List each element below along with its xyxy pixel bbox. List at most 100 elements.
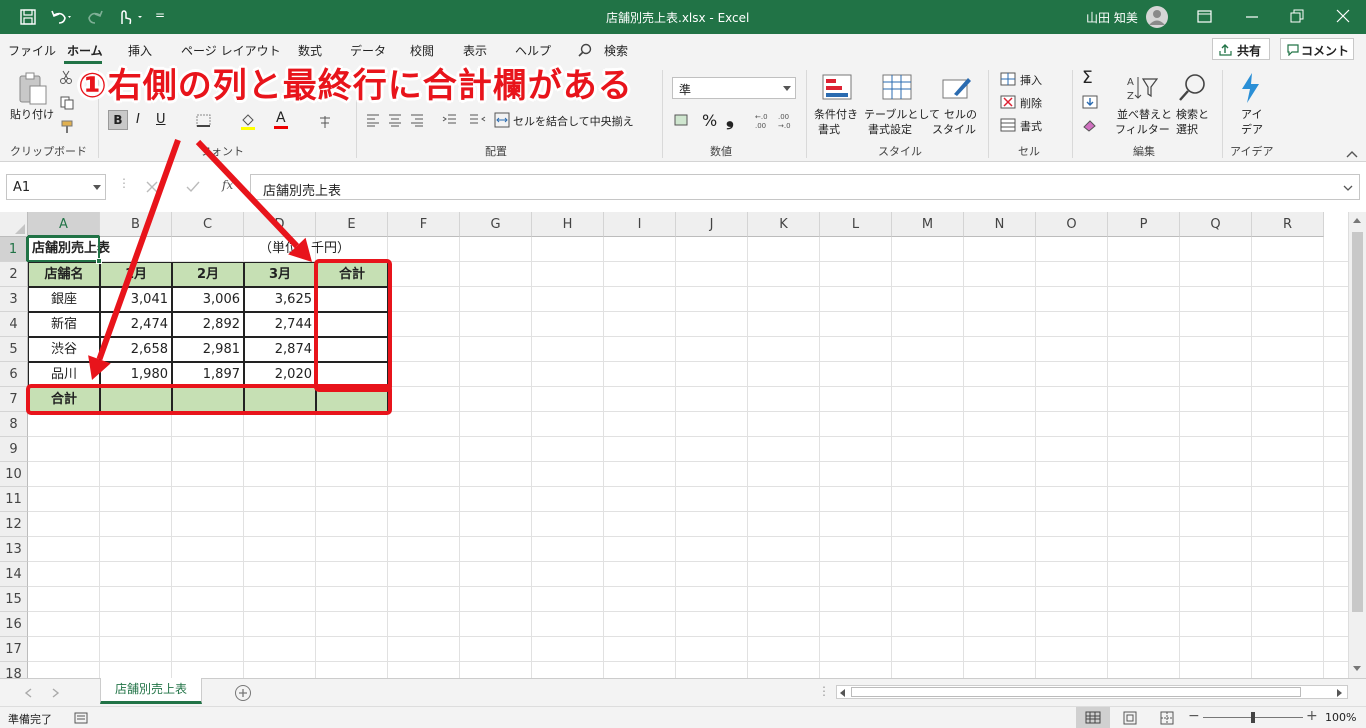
restore-icon[interactable] <box>1290 9 1304 23</box>
find-select-label-1[interactable]: 検索と <box>1176 106 1209 122</box>
delete-cells-icon[interactable] <box>1000 95 1016 109</box>
percent-style-button[interactable]: % <box>702 111 717 130</box>
avatar[interactable] <box>1144 5 1170 29</box>
close-icon[interactable] <box>1336 9 1350 23</box>
ideas-label-1[interactable]: アイ <box>1241 106 1262 122</box>
h-scrollbar-thumb[interactable] <box>851 687 1301 697</box>
ideas-icon[interactable] <box>1238 72 1262 104</box>
tell-me-search[interactable]: 検索 <box>604 42 628 59</box>
format-as-table-icon[interactable] <box>882 74 912 102</box>
format-cells-icon[interactable] <box>1000 118 1016 132</box>
enter-icon[interactable] <box>186 181 200 193</box>
phonetic-icon[interactable] <box>318 114 332 130</box>
user-name[interactable]: 山田 知美 <box>1086 9 1138 26</box>
comments-button[interactable]: コメント <box>1280 38 1354 60</box>
sheet-tab-active[interactable]: 店舗別売上表 <box>100 678 202 704</box>
undo-icon[interactable] <box>50 9 72 25</box>
tab-data[interactable]: データ <box>350 42 386 59</box>
name-box[interactable]: A1 <box>6 174 106 200</box>
normal-view-icon[interactable] <box>1085 711 1101 724</box>
insert-cells-icon[interactable] <box>1000 72 1016 86</box>
sort-filter-label-2[interactable]: フィルター <box>1115 121 1170 137</box>
cancel-icon[interactable] <box>146 181 158 193</box>
conditional-format-label-1[interactable]: 条件付き <box>814 106 858 122</box>
italic-button[interactable]: I <box>136 112 140 127</box>
merge-center-button[interactable]: セルを結合して中央揃え <box>513 113 634 129</box>
bold-button[interactable]: B <box>108 110 128 130</box>
borders-icon[interactable] <box>196 114 212 128</box>
number-format-select[interactable]: 準 <box>672 77 796 99</box>
collapse-ribbon-icon[interactable] <box>1346 150 1358 158</box>
scroll-left-icon[interactable] <box>840 689 846 697</box>
scroll-up-icon[interactable] <box>1353 218 1361 224</box>
align-left-center-right-icons[interactable] <box>366 113 426 127</box>
cut-icon[interactable] <box>60 70 72 84</box>
svg-text:Z: Z <box>1127 91 1134 102</box>
scrollbar-thumb[interactable] <box>1352 232 1363 612</box>
format-cells-button[interactable]: 書式 <box>1020 118 1042 134</box>
scroll-right-icon[interactable] <box>1337 689 1343 697</box>
zoom-out-button[interactable]: − <box>1188 708 1200 724</box>
add-sheet-icon[interactable] <box>234 684 252 702</box>
underline-button[interactable]: U <box>156 112 166 127</box>
search-icon[interactable] <box>578 43 592 57</box>
tab-formulas[interactable]: 数式 <box>298 42 322 59</box>
ribbon-display-icon[interactable] <box>1197 10 1213 24</box>
cell-styles-icon[interactable] <box>942 74 972 102</box>
prev-sheet-icon[interactable] <box>24 688 32 698</box>
comma-style-button[interactable]: ❟ <box>726 106 734 130</box>
indent-icons[interactable] <box>442 113 486 127</box>
decimal-icons[interactable]: ←.0.00.00→.0 <box>754 110 800 130</box>
accounting-format-icon[interactable] <box>674 113 692 127</box>
paste-icon[interactable] <box>16 72 48 106</box>
find-select-icon[interactable] <box>1178 72 1208 102</box>
sort-filter-label-1[interactable]: 並べ替えと <box>1117 106 1172 122</box>
tab-insert[interactable]: 挿入 <box>128 42 152 59</box>
tab-review[interactable]: 校閲 <box>410 42 434 59</box>
merge-center-icon[interactable] <box>494 112 510 128</box>
format-as-table-label-2[interactable]: 書式設定 <box>868 121 912 137</box>
scroll-down-icon[interactable] <box>1353 666 1361 672</box>
formula-input[interactable]: 店舗別売上表 <box>250 174 1360 200</box>
autosum-button[interactable]: Σ <box>1082 68 1093 88</box>
copy-icon[interactable] <box>60 96 76 110</box>
format-painter-icon[interactable] <box>60 120 74 134</box>
worksheet-grid[interactable]: ABCDEFGHIJKLMNOPQR 123456789101112131415… <box>0 138 1348 687</box>
zoom-in-button[interactable]: + <box>1306 708 1318 724</box>
zoom-level[interactable]: 100% <box>1325 711 1356 724</box>
share-button[interactable]: 共有 <box>1212 38 1270 60</box>
tab-split-handle[interactable]: ⋮ <box>818 684 830 698</box>
redo-icon[interactable] <box>86 9 108 25</box>
sort-filter-icon[interactable]: AZ <box>1126 74 1158 102</box>
page-layout-view-icon[interactable] <box>1123 711 1137 725</box>
horizontal-scrollbar[interactable] <box>836 685 1348 699</box>
insert-cells-button[interactable]: 挿入 <box>1020 72 1042 88</box>
tab-home[interactable]: ホーム <box>67 42 103 59</box>
ideas-label-2[interactable]: デア <box>1241 121 1263 137</box>
next-sheet-icon[interactable] <box>52 688 60 698</box>
touch-mode-icon[interactable] <box>116 8 146 26</box>
zoom-slider-thumb[interactable] <box>1251 712 1255 723</box>
macro-record-icon[interactable] <box>74 712 88 724</box>
fill-color-icon[interactable] <box>240 112 256 130</box>
vertical-scrollbar[interactable] <box>1348 212 1366 678</box>
tab-file[interactable]: ファイル <box>8 42 56 59</box>
conditional-format-label-2[interactable]: 書式 <box>818 121 840 137</box>
find-select-label-2[interactable]: 選択 <box>1176 121 1198 137</box>
font-color-button[interactable]: A <box>276 110 286 126</box>
paste-button[interactable]: 貼り付け <box>10 106 54 122</box>
tab-view[interactable]: 表示 <box>463 42 487 59</box>
save-icon[interactable] <box>20 9 36 25</box>
conditional-format-icon[interactable] <box>822 74 852 102</box>
qat-customize[interactable]: = <box>155 8 165 22</box>
page-break-view-icon[interactable] <box>1160 711 1174 725</box>
tab-help[interactable]: ヘルプ <box>515 42 551 59</box>
clear-icon[interactable] <box>1082 118 1098 132</box>
cell-styles-label-1[interactable]: セルの <box>944 106 977 122</box>
format-as-table-label-1[interactable]: テーブルとして <box>864 106 940 122</box>
delete-cells-button[interactable]: 削除 <box>1020 95 1042 111</box>
tab-page-layout[interactable]: ページ レイアウト <box>181 42 281 59</box>
fill-icon[interactable] <box>1082 95 1098 109</box>
minimize-icon[interactable] <box>1245 10 1259 24</box>
cell-styles-label-2[interactable]: スタイル <box>932 121 976 137</box>
